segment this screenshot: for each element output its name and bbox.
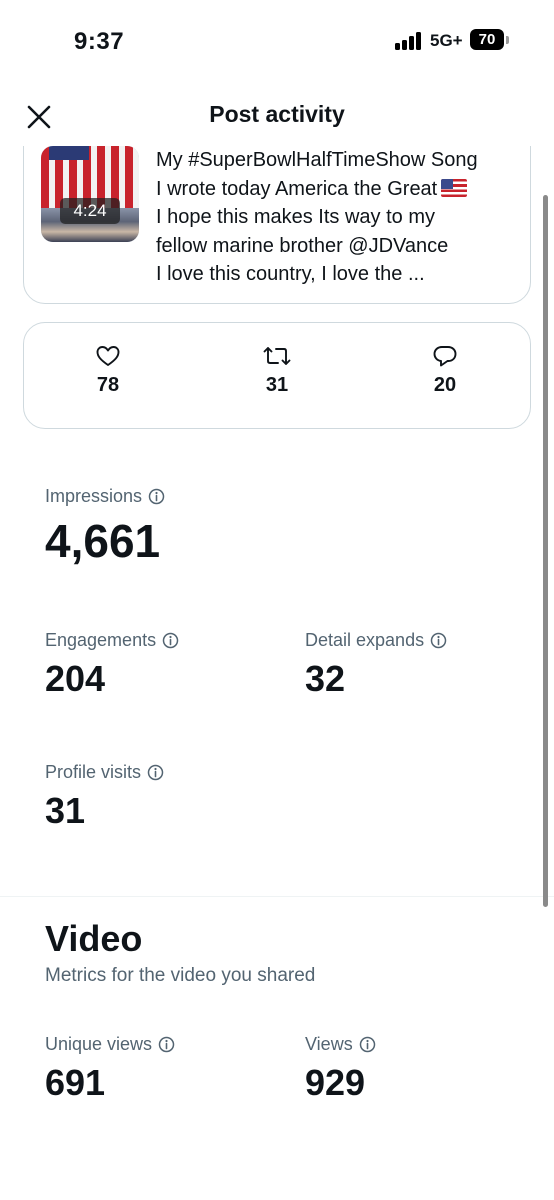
video-duration-badge: 4:24	[60, 198, 120, 224]
detail-expands-label: Detail expands	[305, 630, 447, 654]
header: Post activity	[0, 84, 554, 146]
reply-icon	[433, 346, 457, 367]
reposts-stat[interactable]: 31	[237, 344, 317, 397]
scrollbar[interactable]	[543, 195, 548, 907]
engagements-value: 204	[45, 658, 106, 699]
video-thumbnail[interactable]	[41, 146, 139, 242]
views-label: Views	[305, 1034, 376, 1058]
video-section-subtitle: Metrics for the video you shared	[45, 965, 316, 986]
unique-views-label: Unique views	[45, 1034, 175, 1058]
repost-icon	[263, 347, 291, 365]
info-icon[interactable]	[147, 764, 164, 786]
engagements-label: Engagements	[45, 630, 179, 654]
post-line-3: I hope this makes Its way to my	[156, 206, 435, 228]
info-icon[interactable]	[359, 1036, 376, 1058]
detail-expands-value: 32	[305, 658, 346, 699]
post-line-1: My #SuperBowlHalfTimeShow Song	[156, 149, 478, 171]
info-icon[interactable]	[430, 632, 447, 654]
profile-visits-label: Profile visits	[45, 762, 164, 786]
network-type: 5G+	[430, 31, 463, 50]
post-line-2: I wrote today America the Great	[156, 175, 526, 204]
post-text[interactable]: My #SuperBowlHalfTimeShow Song I wrote t…	[156, 146, 526, 289]
profile-visits-value: 31	[45, 790, 86, 831]
section-divider	[0, 896, 554, 897]
post-line-5: I love this country, I love the ...	[156, 263, 425, 285]
heart-icon	[96, 346, 120, 366]
views-value: 929	[305, 1062, 366, 1103]
reposts-count: 31	[265, 374, 289, 396]
info-icon[interactable]	[158, 1036, 175, 1058]
battery-cap	[506, 36, 509, 44]
video-section-title: Video	[45, 918, 143, 959]
post-line-4: fellow marine brother @JDVance	[156, 234, 449, 257]
status-bar: 9:37 5G+ 70	[0, 0, 554, 84]
impressions-label: Impressions	[45, 486, 165, 510]
likes-count: 78	[96, 374, 120, 396]
battery-icon: 70	[470, 29, 504, 50]
replies-stat[interactable]: 20	[405, 344, 485, 397]
status-time: 9:37	[74, 28, 125, 55]
info-icon[interactable]	[148, 488, 165, 510]
impressions-value: 4,661	[45, 515, 161, 567]
page-title: Post activity	[209, 101, 345, 127]
info-icon[interactable]	[162, 632, 179, 654]
signal-icon	[395, 32, 425, 50]
likes-stat[interactable]: 78	[68, 344, 148, 397]
unique-views-value: 691	[45, 1062, 106, 1103]
replies-count: 20	[433, 374, 457, 396]
us-flag-emoji	[441, 178, 468, 197]
